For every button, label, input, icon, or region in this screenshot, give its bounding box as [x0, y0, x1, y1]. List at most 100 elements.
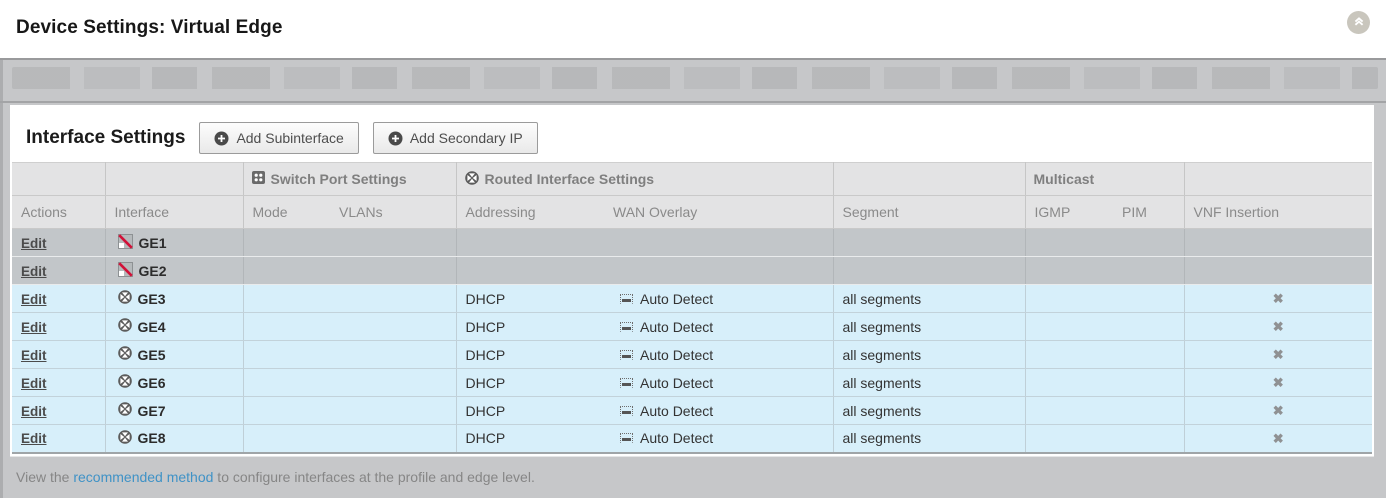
- interface-settings-panel: Interface Settings Add Subinterface Add …: [10, 105, 1374, 456]
- interface-name: GE5: [137, 346, 166, 363]
- wan-overlay-value: Auto Detect: [640, 290, 714, 307]
- col-header-vlans: VLANs: [330, 195, 456, 229]
- col-header-actions: Actions: [12, 195, 105, 229]
- addressing-value: DHCP: [455, 424, 604, 453]
- vnf-none-icon: ✖: [1272, 430, 1284, 446]
- addressing-value: DHCP: [455, 396, 604, 425]
- group-header-empty: [104, 162, 243, 196]
- table-row-ge8: Edit GE8 DHCP Auto Detect all segments ✖: [12, 424, 1372, 453]
- wan-overlay-value: Auto Detect: [640, 374, 714, 391]
- routed-interface-icon: [117, 318, 132, 335]
- table-row-ge6: Edit GE6 DHCP Auto Detect all segments ✖: [12, 368, 1372, 397]
- routed-interface-icon: [464, 170, 479, 188]
- col-header-segment: Segment: [832, 195, 1025, 229]
- interface-name: GE8: [137, 430, 166, 447]
- table-row-ge3: Edit GE3 DHCP Auto Detect all segments ✖: [12, 284, 1372, 313]
- group-label-switch-port: Switch Port Settings: [270, 171, 407, 187]
- footer-note: View the recommended method to configure…: [16, 469, 535, 485]
- wan-overlay-value: Auto Detect: [640, 402, 714, 419]
- group-header-multicast: Multicast: [1024, 162, 1184, 196]
- group-header-empty: [12, 162, 105, 196]
- col-header-mode: Mode: [242, 195, 330, 229]
- col-header-vnf-insertion: VNF Insertion: [1183, 195, 1372, 229]
- auto-detect-icon: [620, 377, 633, 388]
- blurred-toolbar: [0, 60, 1386, 103]
- plus-circle-icon: [388, 131, 403, 146]
- double-chevron-up-icon: [1353, 14, 1365, 32]
- segment-value: all segments: [832, 396, 1025, 425]
- interface-name: GE6: [137, 374, 166, 391]
- routed-interface-icon: [117, 402, 132, 419]
- wan-overlay-value: Auto Detect: [640, 430, 714, 447]
- add-subinterface-label: Add Subinterface: [236, 130, 344, 146]
- vnf-none-icon: ✖: [1272, 319, 1284, 334]
- group-header-empty: [1183, 162, 1372, 196]
- group-label-multicast: Multicast: [1033, 171, 1095, 187]
- disabled-interface-icon: [117, 261, 133, 280]
- addressing-value: DHCP: [455, 312, 604, 341]
- segment-value: all segments: [832, 312, 1025, 341]
- edit-link[interactable]: Edit: [21, 236, 47, 251]
- group-header-switch-port: Switch Port Settings: [242, 162, 456, 196]
- interface-name: GE3: [137, 290, 166, 307]
- edit-link[interactable]: Edit: [21, 348, 47, 363]
- segment-value: all segments: [832, 284, 1025, 313]
- addressing-value: DHCP: [455, 368, 604, 397]
- vnf-none-icon: ✖: [1272, 375, 1284, 390]
- page-title: Device Settings: Virtual Edge: [16, 17, 283, 38]
- routed-interface-icon: [117, 374, 132, 391]
- routed-interface-icon: [117, 429, 132, 447]
- add-secondary-ip-button[interactable]: Add Secondary IP: [372, 122, 538, 154]
- table-row-ge7: Edit GE7 DHCP Auto Detect all segments ✖: [12, 396, 1372, 425]
- disabled-interface-icon: [117, 233, 133, 252]
- auto-detect-icon: [620, 405, 633, 416]
- device-settings-shell: Interface Settings Add Subinterface Add …: [0, 58, 1386, 498]
- edit-link[interactable]: Edit: [21, 404, 47, 419]
- recommended-method-link[interactable]: recommended method: [73, 469, 213, 485]
- col-header-wan-overlay: WAN Overlay: [604, 195, 833, 229]
- panel-header: Interface Settings Add Subinterface Add …: [10, 105, 1374, 159]
- routed-interface-icon: [117, 290, 132, 307]
- footer-text-suffix: to configure interfaces at the profile a…: [213, 469, 535, 485]
- collapse-section-button[interactable]: [1347, 11, 1370, 34]
- edit-link[interactable]: Edit: [21, 292, 47, 307]
- routed-interface-icon: [117, 346, 132, 363]
- blurred-toolbar-content: [12, 67, 1378, 89]
- col-header-interface: Interface: [104, 195, 243, 229]
- interface-name: GE2: [138, 262, 167, 279]
- left-edge-shadow: [0, 60, 3, 498]
- switch-port-icon: [251, 171, 265, 187]
- vnf-none-icon: ✖: [1272, 347, 1284, 362]
- col-header-igmp: IGMP: [1024, 195, 1113, 229]
- edit-link[interactable]: Edit: [21, 376, 47, 391]
- segment-value: all segments: [832, 340, 1025, 369]
- wan-overlay-value: Auto Detect: [640, 318, 714, 335]
- table-row-ge1: Edit GE1: [12, 228, 1372, 257]
- group-header-empty: [832, 162, 1025, 196]
- section-title: Interface Settings: [26, 127, 186, 148]
- interface-name: GE4: [137, 318, 166, 335]
- edit-link[interactable]: Edit: [21, 431, 47, 446]
- group-header-routed: Routed Interface Settings: [455, 162, 833, 196]
- auto-detect-icon: [620, 321, 633, 332]
- add-subinterface-button[interactable]: Add Subinterface: [199, 122, 359, 154]
- add-secondary-ip-label: Add Secondary IP: [409, 130, 523, 146]
- plus-circle-icon: [214, 131, 229, 146]
- interface-name: GE7: [137, 402, 166, 419]
- auto-detect-icon: [620, 433, 633, 444]
- table-row-ge4: Edit GE4 DHCP Auto Detect all segments ✖: [12, 312, 1372, 341]
- addressing-value: DHCP: [455, 340, 604, 369]
- auto-detect-icon: [620, 293, 633, 304]
- interface-settings-table: Switch Port Settings Routed Interface Se…: [12, 162, 1372, 454]
- wan-overlay-value: Auto Detect: [640, 346, 714, 363]
- vnf-none-icon: ✖: [1272, 403, 1284, 418]
- interface-name: GE1: [138, 234, 167, 251]
- column-header-row: Actions Interface Mode VLANs Addressing …: [12, 195, 1372, 229]
- title-bar: Device Settings: Virtual Edge: [0, 0, 1386, 58]
- col-header-pim: PIM: [1113, 195, 1184, 229]
- edit-link[interactable]: Edit: [21, 264, 47, 279]
- segment-value: all segments: [832, 424, 1025, 453]
- footer-text-prefix: View the: [16, 469, 74, 485]
- col-header-addressing: Addressing: [455, 195, 604, 229]
- edit-link[interactable]: Edit: [21, 320, 47, 335]
